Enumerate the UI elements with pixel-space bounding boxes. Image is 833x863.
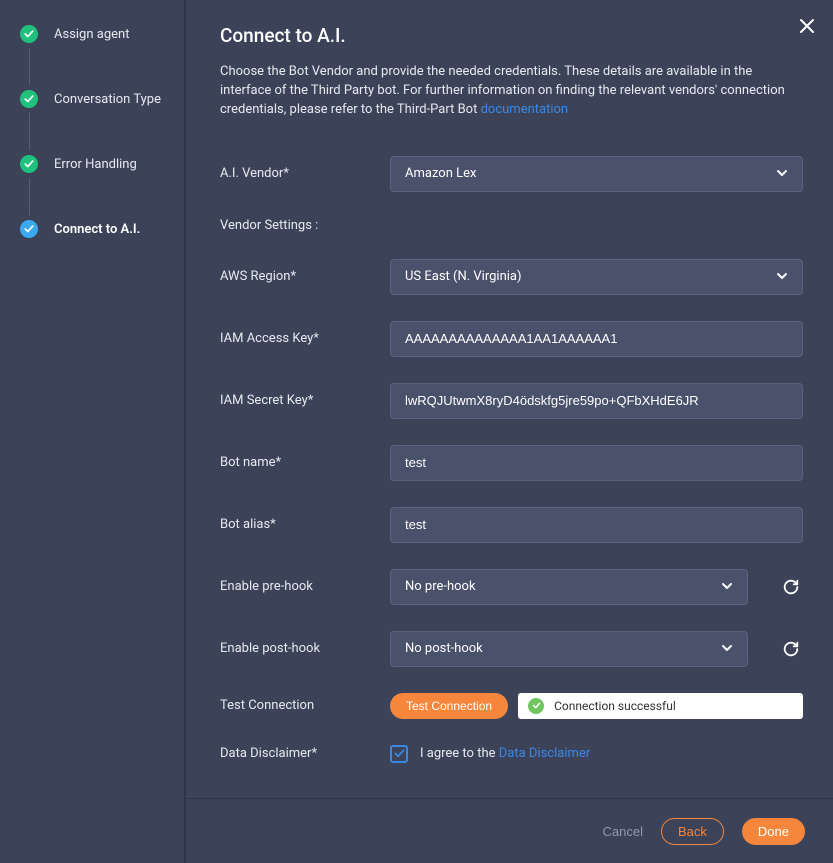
step-label: Error Handling [54, 157, 137, 172]
check-icon [20, 90, 38, 108]
select-pre-hook[interactable]: No pre-hook [390, 569, 748, 605]
description: Choose the Bot Vendor and provide the ne… [220, 63, 803, 120]
test-connection-button[interactable]: Test Connection [390, 693, 508, 719]
step-list: Assign agent Conversation Type Error Han… [20, 20, 174, 243]
status-text: Connection successful [554, 699, 676, 713]
step-connector [29, 113, 30, 150]
page-title: Connect to A.I. [220, 24, 803, 47]
select-value: No pre-hook [405, 579, 476, 594]
chevron-down-icon [776, 164, 788, 183]
done-button[interactable]: Done [742, 818, 805, 845]
select-value: No post-hook [405, 641, 483, 656]
label-aws-region: AWS Region* [220, 269, 390, 284]
check-icon [20, 155, 38, 173]
row-post-hook: Enable post-hook No post-hook [220, 631, 803, 667]
label-test-connection: Test Connection [220, 698, 390, 713]
input-bot-name[interactable] [405, 455, 788, 470]
footer: Cancel Back Done [186, 799, 833, 863]
check-icon [20, 25, 38, 43]
close-icon [799, 18, 815, 34]
input-iam-access-key[interactable] [405, 331, 788, 346]
select-ai-vendor[interactable]: Amazon Lex [390, 156, 803, 192]
step-error-handling[interactable]: Error Handling [20, 150, 174, 178]
refresh-post-hook-button[interactable] [779, 637, 803, 661]
content-area: Connect to A.I. Choose the Bot Vendor an… [186, 0, 833, 799]
disclaimer-checkbox[interactable] [390, 745, 408, 763]
step-connector [29, 178, 30, 215]
row-iam-access-key: IAM Access Key* [220, 321, 803, 357]
step-connector [29, 48, 30, 85]
check-icon [20, 220, 38, 238]
success-icon [528, 698, 544, 714]
vendor-settings-label: Vendor Settings : [220, 218, 803, 233]
refresh-icon [782, 578, 800, 596]
row-aws-region: AWS Region* US East (N. Virginia) [220, 259, 803, 295]
refresh-pre-hook-button[interactable] [779, 575, 803, 599]
step-label: Assign agent [54, 27, 129, 42]
step-label: Connect to A.I. [54, 222, 140, 237]
label-bot-alias: Bot alias* [220, 517, 390, 532]
label-iam-access-key: IAM Access Key* [220, 331, 390, 346]
refresh-icon [782, 640, 800, 658]
select-aws-region[interactable]: US East (N. Virginia) [390, 259, 803, 295]
main-panel: Connect to A.I. Choose the Bot Vendor an… [186, 0, 833, 863]
label-ai-vendor: A.I. Vendor* [220, 166, 390, 181]
select-post-hook[interactable]: No post-hook [390, 631, 748, 667]
select-value: US East (N. Virginia) [405, 269, 522, 284]
input-iam-secret-key[interactable] [405, 393, 788, 408]
input-bot-name-wrapper [390, 445, 803, 481]
close-button[interactable] [795, 14, 819, 38]
documentation-link[interactable]: documentation [481, 102, 569, 117]
label-iam-secret-key: IAM Secret Key* [220, 393, 390, 408]
row-bot-alias: Bot alias* [220, 507, 803, 543]
chevron-down-icon [721, 639, 733, 658]
row-iam-secret-key: IAM Secret Key* [220, 383, 803, 419]
cancel-button[interactable]: Cancel [603, 824, 643, 839]
row-test-connection: Test Connection Test Connection Connecti… [220, 693, 803, 719]
step-assign-agent[interactable]: Assign agent [20, 20, 174, 48]
disclaimer-prefix: I agree to the [420, 746, 499, 761]
check-icon [394, 748, 405, 759]
label-disclaimer: Data Disclaimer* [220, 746, 390, 761]
chevron-down-icon [776, 267, 788, 286]
disclaimer-link[interactable]: Data Disclaimer [499, 746, 590, 761]
row-ai-vendor: A.I. Vendor* Amazon Lex [220, 156, 803, 192]
connection-status: Connection successful [518, 693, 803, 719]
label-pre-hook: Enable pre-hook [220, 579, 390, 594]
input-bot-alias-wrapper [390, 507, 803, 543]
row-disclaimer: Data Disclaimer* I agree to the Data Dis… [220, 745, 803, 763]
app-container: Assign agent Conversation Type Error Han… [0, 0, 833, 863]
label-post-hook: Enable post-hook [220, 641, 390, 656]
label-bot-name: Bot name* [220, 455, 390, 470]
row-pre-hook: Enable pre-hook No pre-hook [220, 569, 803, 605]
step-connect-ai[interactable]: Connect to A.I. [20, 215, 174, 243]
input-iam-secret-key-wrapper [390, 383, 803, 419]
disclaimer-text: I agree to the Data Disclaimer [420, 746, 590, 761]
step-conversation-type[interactable]: Conversation Type [20, 85, 174, 113]
input-iam-access-key-wrapper [390, 321, 803, 357]
input-bot-alias[interactable] [405, 517, 788, 532]
wizard-sidebar: Assign agent Conversation Type Error Han… [0, 0, 186, 863]
back-button[interactable]: Back [661, 818, 724, 845]
chevron-down-icon [721, 577, 733, 596]
row-bot-name: Bot name* [220, 445, 803, 481]
select-value: Amazon Lex [405, 166, 476, 181]
step-label: Conversation Type [54, 92, 161, 107]
